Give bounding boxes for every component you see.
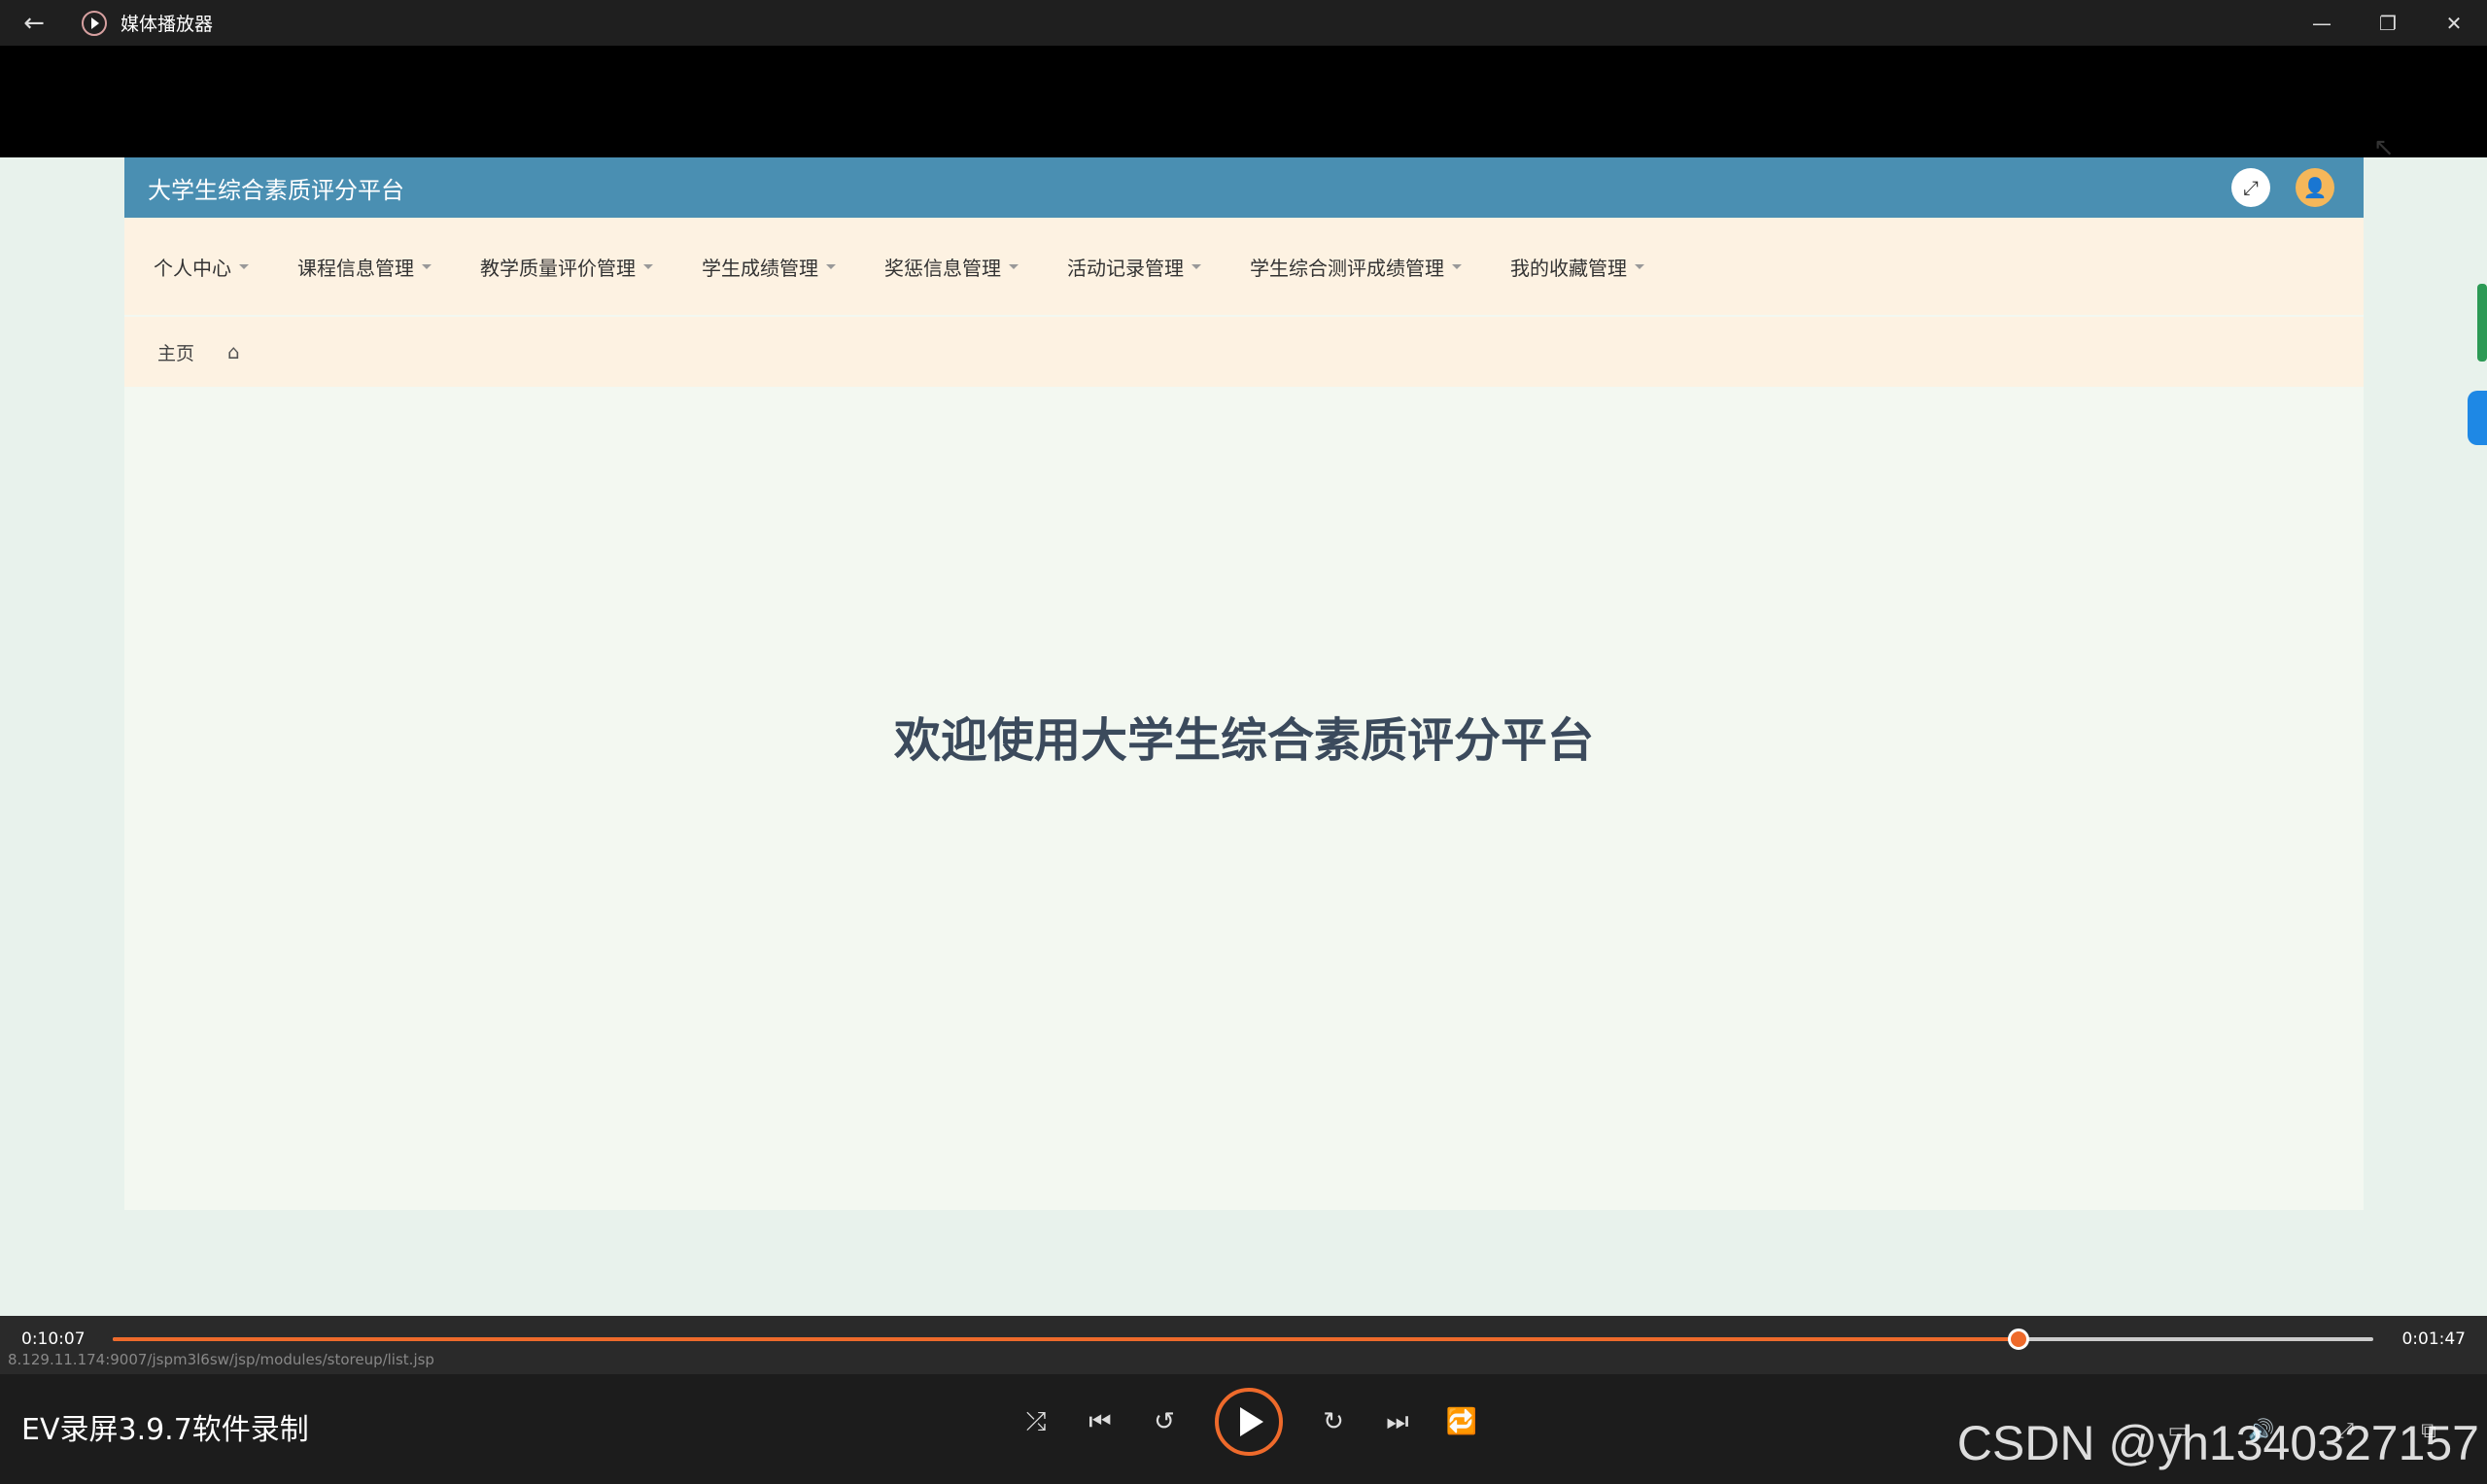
repeat-icon[interactable]: 🔁 bbox=[1442, 1402, 1481, 1441]
breadcrumb-home-link[interactable]: 主页 bbox=[157, 339, 194, 365]
caret-down-icon bbox=[1635, 263, 1644, 269]
player-controls: EV录屏3.9.7软件录制 ⤮ ⏮ ↺ ↻ ⏭ 🔁 ▭ 🔊 ⤢ ⧉ CSDN @… bbox=[0, 1374, 2487, 1484]
caret-down-icon bbox=[239, 263, 249, 269]
caret-down-icon bbox=[643, 263, 653, 269]
window-controls: — ❐ ✕ bbox=[2289, 0, 2487, 46]
nav-personal-center[interactable]: 个人中心 bbox=[154, 253, 249, 281]
main-nav: 个人中心 课程信息管理 教学质量评价管理 学生成绩管理 奖惩信息管理 活动记录管… bbox=[124, 218, 2364, 315]
caret-down-icon bbox=[826, 263, 836, 269]
home-icon[interactable]: ⌂ bbox=[227, 340, 240, 363]
previous-icon[interactable]: ⏮ bbox=[1081, 1402, 1120, 1441]
nav-course-info[interactable]: 课程信息管理 bbox=[297, 253, 432, 281]
forward-30-icon[interactable]: ↻ bbox=[1314, 1402, 1353, 1441]
play-icon bbox=[1240, 1407, 1263, 1436]
seek-slider[interactable] bbox=[113, 1329, 2373, 1350]
site-container: 大学生综合素质评分平台 ⤢ 👤 个人中心 课程信息管理 教学质量评价管理 学生成… bbox=[124, 157, 2364, 1210]
seek-bar-area: 0:10:07 0:01:47 8.129.11.174:9007/jspm3l… bbox=[0, 1316, 2487, 1374]
nav-student-grades[interactable]: 学生成绩管理 bbox=[702, 253, 836, 281]
site-title: 大学生综合素质评分平台 bbox=[148, 176, 404, 204]
video-area[interactable]: 大学生综合素质评分平台 ⤢ 👤 个人中心 课程信息管理 教学质量评价管理 学生成… bbox=[0, 46, 2487, 1392]
nav-label: 教学质量评价管理 bbox=[480, 256, 636, 280]
page-scrollbar[interactable] bbox=[2477, 284, 2487, 362]
window-title-bar: ← 媒体播放器 — ❐ ✕ bbox=[0, 0, 2487, 46]
restore-button[interactable]: ❐ bbox=[2355, 0, 2421, 46]
back-arrow-icon[interactable]: ← bbox=[0, 0, 68, 46]
nav-label: 奖惩信息管理 bbox=[884, 256, 1001, 280]
nav-label: 我的收藏管理 bbox=[1510, 256, 1627, 280]
nav-label: 学生综合测评成绩管理 bbox=[1250, 256, 1444, 280]
nav-label: 课程信息管理 bbox=[297, 256, 414, 280]
header-icons: ⤢ 👤 bbox=[2231, 168, 2334, 207]
caret-down-icon bbox=[1192, 263, 1201, 269]
mouse-cursor-icon: ↖ bbox=[2373, 133, 2395, 162]
total-time: 0:01:47 bbox=[2401, 1329, 2466, 1349]
welcome-heading: 欢迎使用大学生综合素质评分平台 bbox=[893, 713, 1594, 768]
caret-down-icon bbox=[422, 263, 432, 269]
recorded-webpage: 大学生综合素质评分平台 ⤢ 👤 个人中心 课程信息管理 教学质量评价管理 学生成… bbox=[0, 157, 2487, 1392]
nav-label: 学生成绩管理 bbox=[702, 256, 818, 280]
play-button[interactable] bbox=[1215, 1388, 1283, 1456]
nav-rewards-penalties[interactable]: 奖惩信息管理 bbox=[884, 253, 1019, 281]
status-url: 8.129.11.174:9007/jspm3l6sw/jsp/modules/… bbox=[8, 1351, 434, 1368]
window-title: 媒体播放器 bbox=[121, 14, 214, 35]
csdn-watermark: CSDN @yh1340327157 bbox=[1956, 1416, 2479, 1470]
current-time: 0:10:07 bbox=[21, 1329, 86, 1349]
nav-label: 活动记录管理 bbox=[1067, 256, 1184, 280]
breadcrumb: 主页 ⌂ bbox=[124, 317, 2364, 387]
site-header: 大学生综合素质评分平台 ⤢ 👤 bbox=[124, 157, 2364, 218]
shuffle-icon[interactable]: ⤮ bbox=[1017, 1402, 1055, 1441]
nav-my-favorites[interactable]: 我的收藏管理 bbox=[1510, 253, 1644, 281]
next-icon[interactable]: ⏭ bbox=[1378, 1402, 1417, 1441]
caret-down-icon bbox=[1452, 263, 1462, 269]
nav-comprehensive-scores[interactable]: 学生综合测评成绩管理 bbox=[1250, 253, 1462, 281]
close-button[interactable]: ✕ bbox=[2421, 0, 2487, 46]
caret-down-icon bbox=[1009, 263, 1019, 269]
seek-thumb[interactable] bbox=[2007, 1329, 2029, 1350]
nav-activity-records[interactable]: 活动记录管理 bbox=[1067, 253, 1201, 281]
playback-controls: ⤮ ⏮ ↺ ↻ ⏭ 🔁 bbox=[1017, 1388, 1481, 1456]
rewind-10-icon[interactable]: ↺ bbox=[1145, 1402, 1184, 1441]
side-floating-tab[interactable] bbox=[2468, 391, 2487, 445]
minimize-button[interactable]: — bbox=[2289, 0, 2355, 46]
media-player-app-icon bbox=[82, 10, 107, 36]
user-avatar-icon[interactable]: 👤 bbox=[2296, 168, 2334, 207]
nav-label: 个人中心 bbox=[154, 256, 231, 280]
nav-teaching-evaluation[interactable]: 教学质量评价管理 bbox=[480, 253, 653, 281]
seek-progress-fill bbox=[113, 1337, 2019, 1341]
fullscreen-expand-icon[interactable]: ⤢ bbox=[2231, 168, 2270, 207]
recording-label: EV录屏3.9.7软件录制 bbox=[21, 1413, 309, 1447]
